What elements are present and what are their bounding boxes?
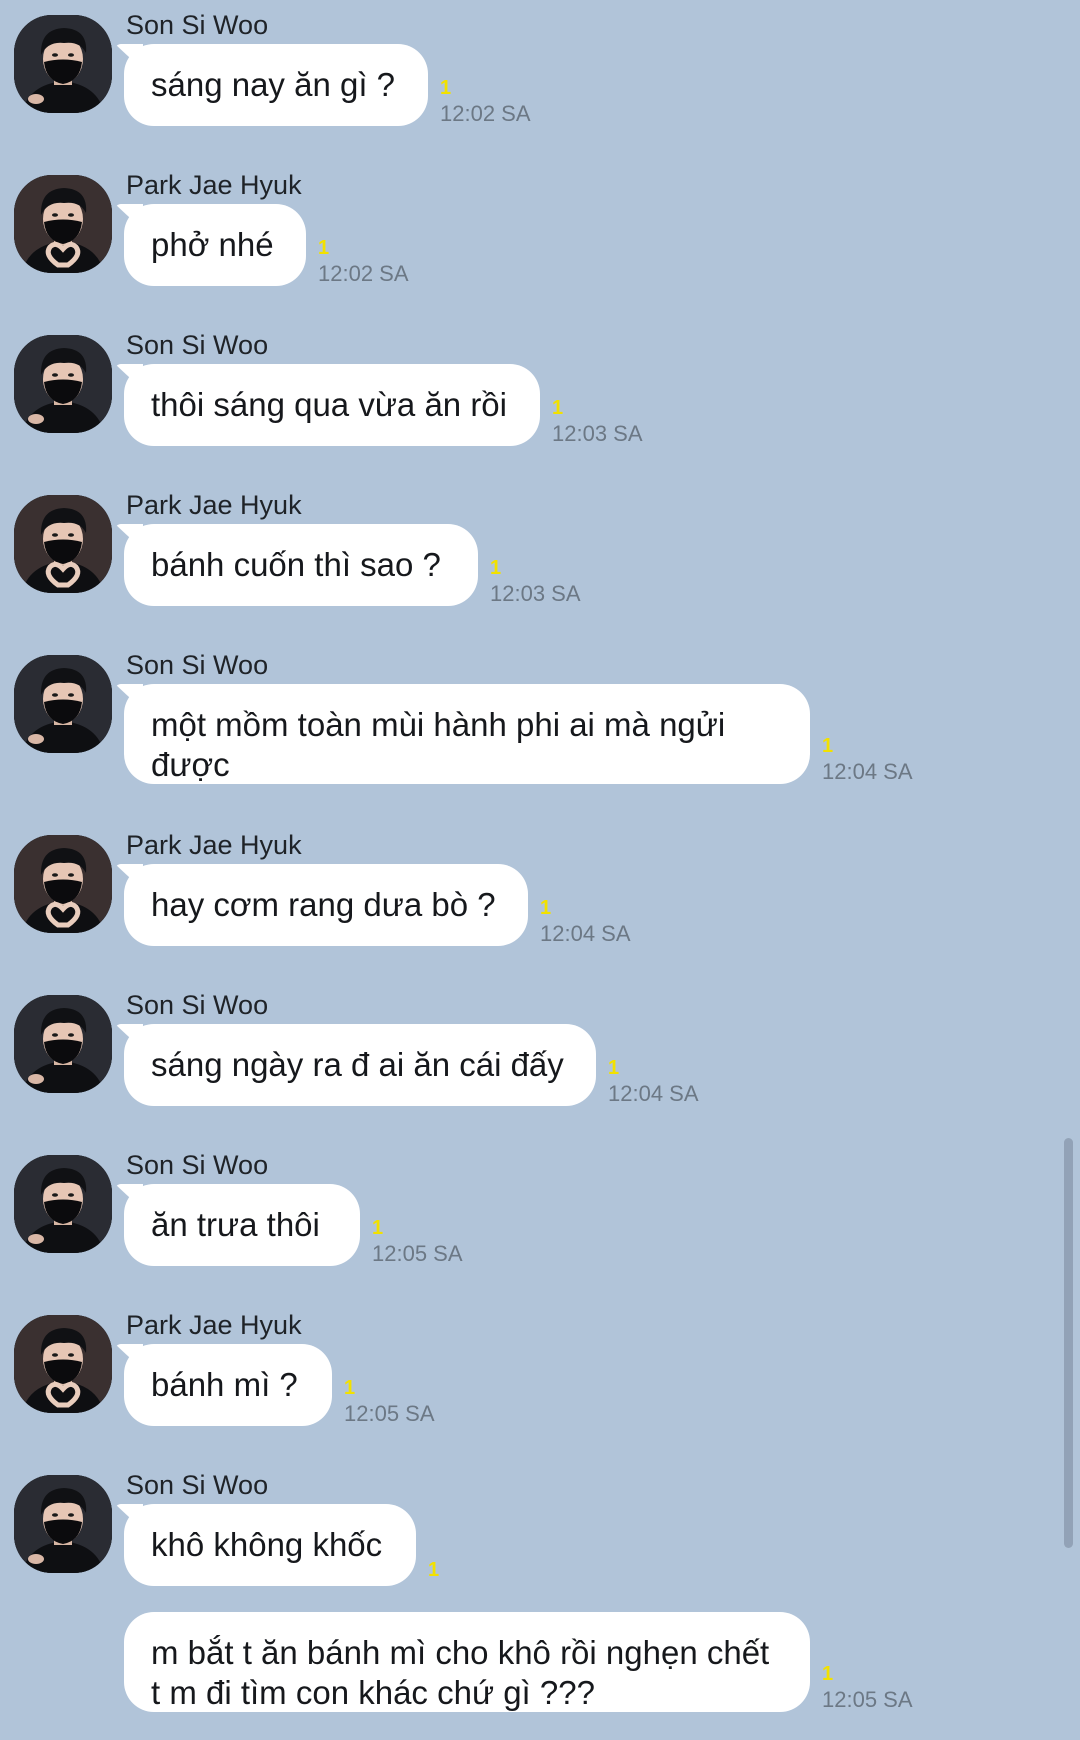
message-bubble[interactable]: bánh mì ?: [115, 1344, 332, 1426]
bubble-tail: [115, 204, 143, 230]
avatar[interactable]: [14, 15, 112, 113]
timestamp: 12:04 SA: [822, 759, 913, 784]
timestamp: 12:02 SA: [318, 261, 409, 286]
timestamp: 12:04 SA: [608, 1081, 699, 1106]
message-row: Park Jae Hyuk phở nhé 1 12:02 SA: [0, 168, 1040, 286]
message-meta: 1 12:02 SA: [318, 238, 409, 285]
avatar[interactable]: [14, 655, 112, 753]
avatar[interactable]: [14, 1475, 112, 1573]
message-row: Son Si Woo một mồm toàn mùi hành phi ai m…: [0, 648, 1040, 784]
message-bubble[interactable]: sáng nay ăn gì ?: [115, 44, 428, 126]
message-bubble[interactable]: bánh cuốn thì sao ?: [115, 524, 478, 606]
message-text: hay cơm rang dưa bò ?: [151, 886, 496, 923]
timestamp: 12:03 SA: [490, 581, 581, 606]
message-row: Son Si Woo sáng ngày ra đ ai ăn cái đấy 1 1…: [0, 988, 1040, 1106]
message-text: phở nhé: [151, 226, 274, 263]
message-text: khô không khốc: [151, 1526, 383, 1563]
message-meta: 1 12:05 SA: [344, 1378, 435, 1425]
avatar[interactable]: [14, 495, 112, 593]
message-meta: 1 12:04 SA: [822, 736, 913, 783]
message-bubble[interactable]: khô không khốc: [115, 1504, 416, 1586]
bubble-tail: [115, 364, 143, 390]
message-row: Son Si Woo sáng nay ăn gì ? 1 12:02 SA: [0, 8, 1040, 126]
sender-name: Son Si Woo: [126, 330, 269, 360]
chat-message-list[interactable]: Son Si Woo sáng nay ăn gì ? 1 12:02 SA Park …: [0, 0, 1080, 1740]
unread-count: 1: [344, 1377, 356, 1399]
message-text: m bắt t ăn bánh mì cho khô rồi nghẹn chế…: [151, 1634, 770, 1711]
message-meta: 1 12:03 SA: [490, 558, 581, 605]
message-bubble[interactable]: m bắt t ăn bánh mì cho khô rồi nghẹn chế…: [124, 1612, 810, 1712]
message-row: Park Jae Hyuk bánh cuốn thì sao ? 1 12:03 S…: [0, 488, 1040, 606]
message-text: sáng nay ăn gì ?: [151, 66, 396, 103]
bubble-tail: [115, 1024, 143, 1050]
unread-count: 1: [540, 897, 552, 919]
unread-count: 1: [822, 735, 834, 757]
sender-name: Park Jae Hyuk: [126, 1310, 302, 1340]
avatar[interactable]: [14, 995, 112, 1093]
bubble-tail: [115, 44, 143, 70]
unread-count: 1: [552, 397, 564, 419]
avatar[interactable]: [14, 1155, 112, 1253]
message-text: bánh cuốn thì sao ?: [151, 546, 441, 583]
sender-name: Son Si Woo: [126, 1470, 269, 1500]
sender-name: Park Jae Hyuk: [126, 490, 302, 520]
message-bubble[interactable]: thôi sáng qua vừa ăn rồi: [115, 364, 540, 446]
message-bubble[interactable]: sáng ngày ra đ ai ăn cái đấy: [115, 1024, 596, 1106]
unread-count: 1: [608, 1057, 620, 1079]
bubble-tail: [115, 684, 143, 710]
message-text: ăn trưa thôi: [151, 1206, 320, 1243]
bubble-tail: [115, 864, 143, 890]
message-meta: 1 12:02 SA: [440, 78, 531, 125]
timestamp: 12:05 SA: [344, 1401, 435, 1426]
timestamp: 12:05 SA: [372, 1241, 463, 1266]
unread-count: 1: [428, 1559, 440, 1581]
avatar[interactable]: [14, 1315, 112, 1413]
message-bubble[interactable]: một mồm toàn mùi hành phi ai mà ngửi đượ…: [115, 684, 810, 784]
message-bubble[interactable]: hay cơm rang dưa bò ?: [115, 864, 528, 946]
message-meta: 1 12:04 SA: [608, 1058, 699, 1105]
bubble-tail: [115, 524, 143, 550]
avatar[interactable]: [14, 335, 112, 433]
sender-name: Son Si Woo: [126, 10, 269, 40]
message-meta: 1 12:04 SA: [540, 898, 631, 945]
timestamp: 12:05 SA: [822, 1687, 913, 1712]
unread-count: 1: [318, 237, 330, 259]
message-bubble[interactable]: ăn trưa thôi: [115, 1184, 360, 1266]
unread-count: 1: [440, 77, 452, 99]
avatar[interactable]: [14, 175, 112, 273]
message-row: Son Si Woo khô không khốc 1: [0, 1468, 1040, 1586]
timestamp: 12:03 SA: [552, 421, 643, 446]
message-meta: 1 12:05 SA: [372, 1218, 463, 1265]
message-row: Park Jae Hyuk hay cơm rang dưa bò ? 1 12:04…: [0, 828, 1040, 946]
scrollbar[interactable]: [1064, 1138, 1073, 1548]
avatar[interactable]: [14, 835, 112, 933]
unread-count: 1: [822, 1663, 834, 1685]
message-row: Park Jae Hyuk bánh mì ? 1 12:05 SA: [0, 1308, 1040, 1426]
sender-name: Son Si Woo: [126, 650, 269, 680]
message-row: Son Si Woo thôi sáng qua vừa ăn rồi 1 12:03…: [0, 328, 1040, 446]
sender-name: Son Si Woo: [126, 1150, 269, 1180]
bubble-tail: [115, 1504, 143, 1530]
sender-name: Park Jae Hyuk: [126, 830, 302, 860]
message-row: m bắt t ăn bánh mì cho khô rồi nghẹn chế…: [0, 1612, 1040, 1712]
message-text: thôi sáng qua vừa ăn rồi: [151, 386, 507, 423]
message-text: sáng ngày ra đ ai ăn cái đấy: [151, 1046, 564, 1083]
message-text: một mồm toàn mùi hành phi ai mà ngửi đượ…: [151, 706, 726, 783]
message-text: bánh mì ?: [151, 1366, 298, 1403]
message-row: Son Si Woo ăn trưa thôi 1 12:05 SA: [0, 1148, 1040, 1266]
message-meta: 1: [428, 1560, 439, 1585]
unread-count: 1: [490, 557, 502, 579]
timestamp: 12:02 SA: [440, 101, 531, 126]
sender-name: Park Jae Hyuk: [126, 170, 302, 200]
message-bubble[interactable]: phở nhé: [115, 204, 306, 286]
message-meta: 1 12:03 SA: [552, 398, 643, 445]
unread-count: 1: [372, 1217, 384, 1239]
bubble-tail: [115, 1184, 143, 1210]
timestamp: 12:04 SA: [540, 921, 631, 946]
sender-name: Son Si Woo: [126, 990, 269, 1020]
bubble-tail: [115, 1344, 143, 1370]
message-meta: 1 12:05 SA: [822, 1664, 913, 1711]
